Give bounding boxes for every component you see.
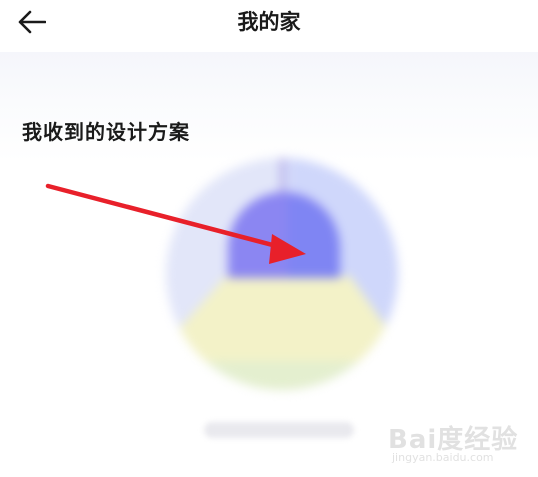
top-bar: 我的家 [0,0,538,52]
empty-state-caption [204,422,354,438]
page-title: 我的家 [237,10,301,34]
lamp-illustration-icon [166,158,398,390]
back-button[interactable] [12,6,52,38]
watermark: Bai度经验 jingyan.baidu.com [388,419,528,465]
main-content: 我收到的设计方案 [0,52,538,477]
section-title: 我收到的设计方案 [22,120,190,144]
watermark-url: jingyan.baidu.com [392,451,494,464]
arrow-left-icon [18,10,46,34]
